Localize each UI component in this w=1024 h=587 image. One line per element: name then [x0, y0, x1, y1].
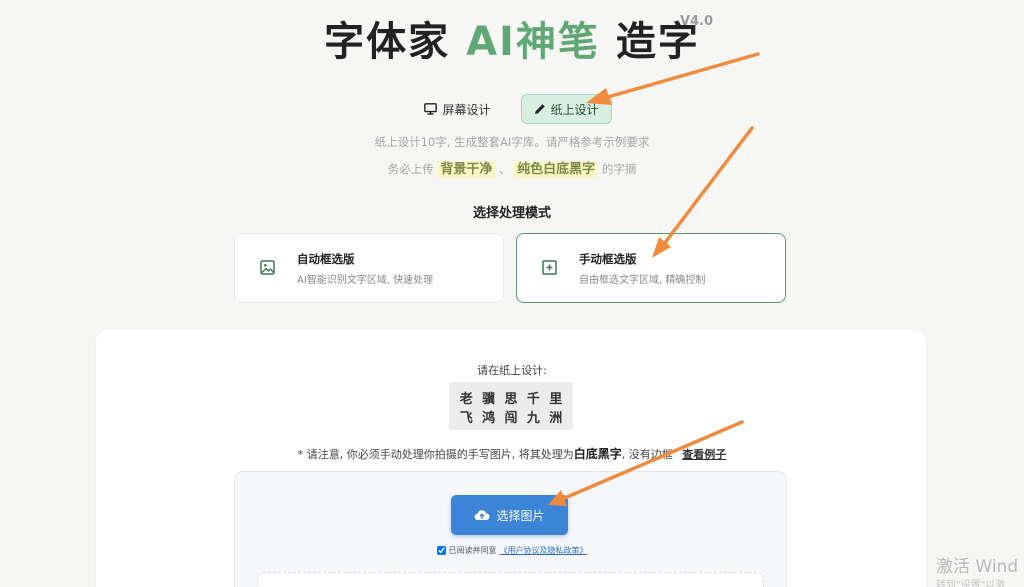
image-icon — [259, 259, 277, 277]
sample-char: 洲 — [549, 411, 563, 426]
tab-label: 屏幕设计 — [442, 102, 491, 117]
tab-paper-design[interactable]: 纸上设计 — [520, 94, 612, 124]
notice-tail: , 没有边框 — [621, 448, 673, 461]
card-desc: 自由框选文字区域, 精确控制 — [579, 274, 706, 286]
cloud-upload-icon — [474, 509, 490, 521]
hint-prefix: 务必上传 — [387, 162, 434, 176]
button-label: 选择图片 — [496, 508, 545, 523]
sample-char: 飞 — [459, 411, 473, 426]
sample-char: 里 — [549, 392, 563, 407]
select-image-button[interactable]: 选择图片 — [451, 495, 568, 535]
highlight-clean-background: 背景干净 — [437, 161, 496, 178]
sample-char: 千 — [526, 392, 540, 407]
drop-zone[interactable] — [257, 572, 764, 587]
hint-suffix: 的字摘 — [601, 162, 637, 176]
auto-select-card[interactable]: 自动框选版 AI智能识别文字区域, 快速处理 — [234, 233, 504, 303]
page-title: 字体家 AI神笔 造字 — [324, 14, 700, 70]
notice-text: * 请注意, 你必须手动处理你拍摄的手写图片, 将其处理为 — [297, 448, 574, 461]
sample-char: 闯 — [504, 411, 518, 426]
sample-char: 骥 — [482, 392, 496, 407]
version-badge: V4.0 — [680, 14, 714, 29]
mode-tabs: 屏幕设计 纸上设计 — [0, 94, 1024, 124]
tab-label: 纸上设计 — [550, 102, 599, 117]
design-on-paper-label: 请在纸上设计: — [477, 364, 547, 377]
monitor-icon — [424, 103, 438, 115]
agreement-row: 已阅读并同意 《用户协议及隐私政策》 — [0, 545, 1024, 556]
sample-char: 思 — [504, 392, 518, 407]
sample-characters: 老 骥 思 千 里 飞 鸿 闯 九 洲 — [449, 382, 573, 430]
windows-activation-watermark: 激活 Wind — [936, 557, 1019, 577]
agree-text: 已阅读并同意 — [448, 546, 497, 555]
hint-line-2: 务必上传 背景干净 、 纯色白底黑字 的字摘 — [0, 158, 1024, 178]
hint-line-1: 纸上设计10字, 生成整套AI字库。请严格参考示例要求 — [374, 135, 650, 149]
sample-char: 鸿 — [482, 411, 496, 426]
hint-separator: 、 — [499, 162, 511, 176]
view-example-link[interactable]: 查看例子 — [682, 448, 726, 461]
sample-char: 老 — [459, 392, 473, 407]
title-ai: AI神笔 — [466, 19, 600, 65]
title-part1: 字体家 — [324, 19, 467, 65]
notice-bold: 白底黑字 — [573, 447, 622, 461]
agree-checkbox[interactable] — [436, 546, 446, 555]
sample-char: 九 — [526, 411, 540, 426]
card-title: 自动框选版 — [297, 251, 355, 266]
card-title: 手动框选版 — [579, 251, 637, 266]
processing-mode-title: 选择处理模式 — [472, 206, 551, 221]
processing-notice: * 请注意, 你必须手动处理你拍摄的手写图片, 将其处理为白底黑字, 没有边框 … — [0, 445, 1024, 462]
highlight-black-on-white: 纯色白底黑字 — [514, 161, 599, 178]
manual-select-card[interactable]: 手动框选版 自由框选文字区域, 精确控制 — [516, 233, 786, 303]
user-agreement-link[interactable]: 《用户协议及隐私政策》 — [500, 545, 588, 556]
card-desc: AI智能识别文字区域, 快速处理 — [297, 274, 434, 286]
pencil-icon — [534, 103, 546, 115]
tab-screen-design[interactable]: 屏幕设计 — [412, 94, 502, 124]
windows-activation-subtext: 转到"设置"以激 — [936, 580, 1006, 587]
header: 字体家 AI神笔 造字 — [0, 14, 1024, 74]
plus-square-icon — [541, 259, 559, 277]
